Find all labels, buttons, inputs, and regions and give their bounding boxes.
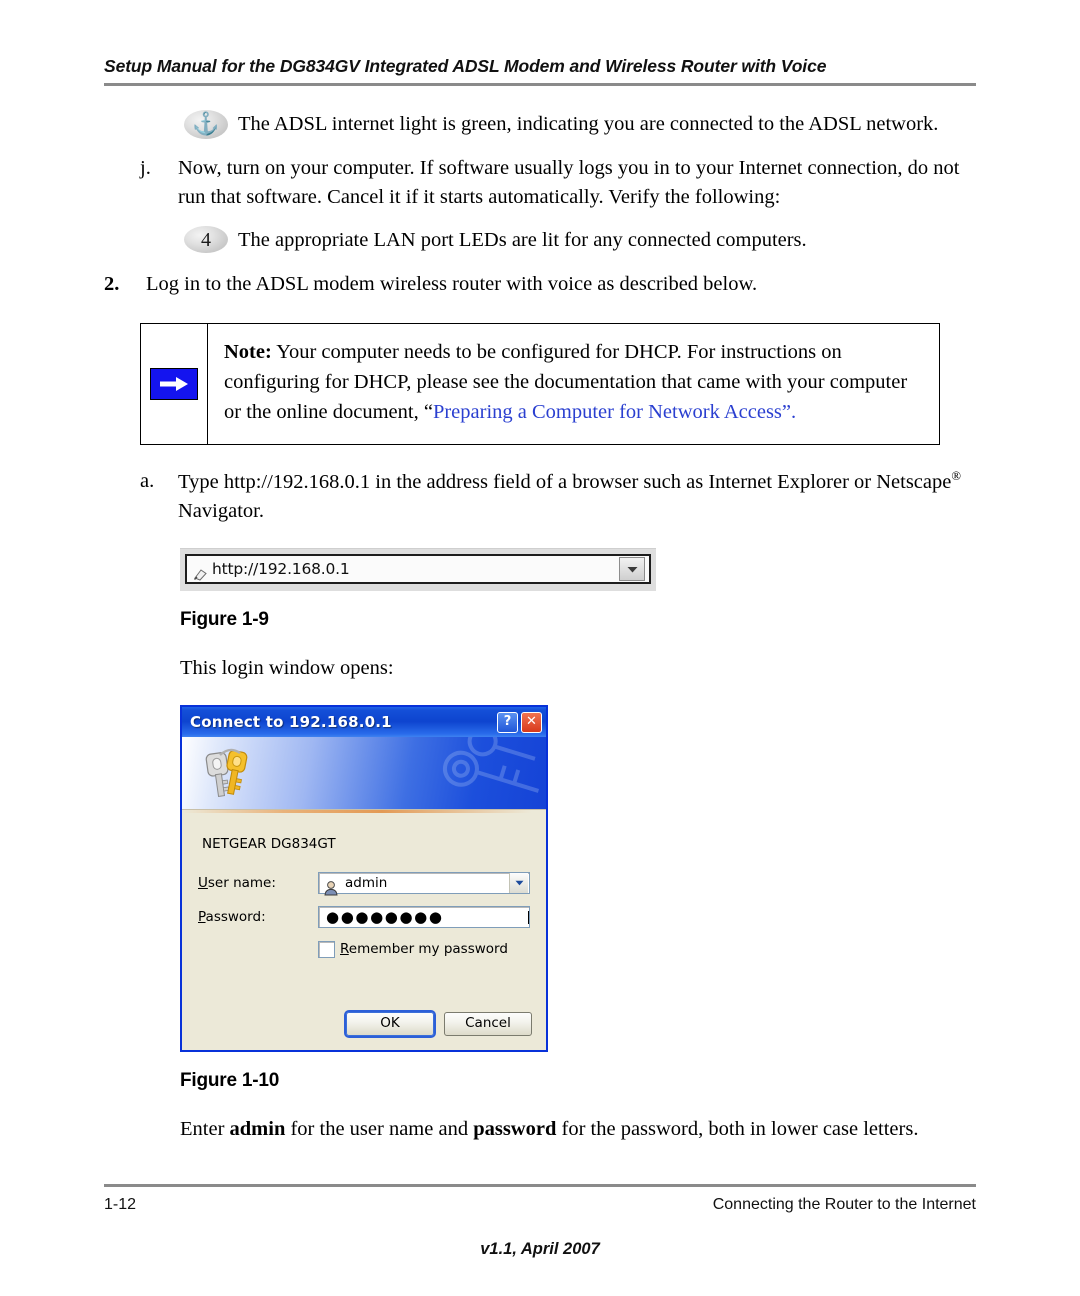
closing-part3: for the password, both in lower case let… bbox=[556, 1117, 919, 1140]
remember-password-label: Remember my password bbox=[340, 940, 508, 959]
realm-label: NETGEAR DG834GT bbox=[202, 836, 336, 853]
step-a-text: Type http://192.168.0.1 in the address f… bbox=[178, 467, 980, 526]
step-2-text: Log in to the ADSL modem wireless router… bbox=[146, 273, 758, 296]
step-a-row: a. Type http://192.168.0.1 in the addres… bbox=[104, 467, 980, 526]
document-version: v1.1, April 2007 bbox=[480, 1240, 600, 1258]
footer-row: 1-12 Connecting the Router to the Intern… bbox=[104, 1196, 976, 1214]
key-watermark-icon bbox=[432, 737, 542, 809]
figure-1-10-caption: Figure 1-10 bbox=[180, 1069, 280, 1091]
password-row: Password: ●●●●●●●● bbox=[198, 906, 530, 929]
dialog-banner bbox=[182, 737, 546, 811]
page-header: Setup Manual for the DG834GV Integrated … bbox=[104, 56, 976, 86]
password-value: ●●●●●●●● bbox=[326, 907, 444, 926]
note-label: Note: bbox=[224, 341, 272, 364]
footer-section-title: Connecting the Router to the Internet bbox=[712, 1196, 976, 1213]
page-number: 1-12 bbox=[104, 1196, 137, 1213]
lan-led-text: The appropriate LAN port LEDs are lit fo… bbox=[238, 229, 807, 252]
username-row: User name: admin bbox=[198, 872, 530, 896]
header-title: Setup Manual for the DG834GV Integrated … bbox=[104, 56, 827, 76]
help-button[interactable]: ? bbox=[497, 711, 518, 733]
note-icon-cell bbox=[141, 324, 208, 445]
page-shortcut-icon bbox=[192, 562, 209, 581]
step-a-marker: a. bbox=[140, 470, 155, 493]
step-j-text: Now, turn on your computer. If software … bbox=[178, 157, 960, 209]
numbered-bullet-4-icon: 4 bbox=[184, 226, 228, 254]
note-text: Note: Your computer needs to be configur… bbox=[208, 324, 939, 444]
step-2-row: 2. Log in to the ADSL modem wireless rou… bbox=[104, 270, 980, 299]
note-callout: Note: Your computer needs to be configur… bbox=[140, 323, 940, 446]
step-a-text-part2: Navigator. bbox=[178, 500, 264, 523]
password-label-rest: assword: bbox=[205, 908, 266, 925]
remember-password-checkbox[interactable] bbox=[318, 941, 335, 959]
username-label-rest: ser name: bbox=[207, 874, 276, 891]
username-label: User name: bbox=[198, 874, 318, 893]
document-page: Setup Manual for the DG834GV Integrated … bbox=[0, 0, 1080, 1296]
registered-trademark-symbol: ® bbox=[951, 469, 962, 484]
adsl-light-bullet-row: ⚓ The ADSL internet light is green, indi… bbox=[104, 110, 980, 140]
step-a-text-part1: Type http://192.168.0.1 in the address f… bbox=[178, 470, 952, 493]
browser-address-bar-figure: http://192.168.0.1 bbox=[180, 548, 656, 592]
remember-password-row[interactable]: Remember my password bbox=[318, 940, 530, 959]
dialog-buttons: OK Cancel bbox=[182, 972, 546, 1050]
chevron-down-icon[interactable] bbox=[619, 557, 645, 582]
username-field[interactable]: admin bbox=[318, 872, 530, 896]
closing-part1: Enter bbox=[180, 1117, 230, 1140]
right-arrow-icon bbox=[150, 368, 198, 401]
cancel-button[interactable]: Cancel bbox=[444, 1011, 532, 1036]
anchor-bullet-icon: ⚓ bbox=[184, 110, 228, 139]
step-j-marker: j. bbox=[140, 157, 151, 179]
header-divider bbox=[104, 83, 976, 86]
login-window-intro: This login window opens: bbox=[180, 657, 394, 680]
footer-divider bbox=[104, 1184, 976, 1187]
dialog-title: Connect to 192.168.0.1 bbox=[190, 712, 392, 731]
password-label: Password: bbox=[198, 908, 318, 927]
username-value: admin bbox=[345, 874, 388, 891]
close-icon[interactable]: ✕ bbox=[521, 711, 542, 733]
remember-accel: R bbox=[340, 941, 349, 958]
keys-icon bbox=[200, 745, 254, 809]
user-icon bbox=[323, 875, 339, 896]
chevron-down-icon[interactable] bbox=[509, 873, 528, 894]
closing-bold-password: password bbox=[473, 1117, 557, 1140]
note-link[interactable]: Preparing a Computer for Network Access bbox=[433, 401, 782, 423]
closing-paragraph: Enter admin for the user name and passwo… bbox=[180, 1115, 980, 1144]
step-j-row: j. Now, turn on your computer. If softwa… bbox=[104, 154, 980, 212]
dialog-body: NETGEAR DG834GT User name: admin Passwor… bbox=[182, 813, 546, 972]
username-accel: U bbox=[198, 874, 208, 891]
closing-part2: for the user name and bbox=[285, 1117, 474, 1140]
figure-1-9-caption: Figure 1-9 bbox=[180, 609, 269, 631]
connect-dialog: Connect to 192.168.0.1 ? ✕ NETGEAR DG834… bbox=[180, 705, 548, 1052]
password-accel: P bbox=[198, 908, 206, 925]
address-bar-chrome: http://192.168.0.1 bbox=[180, 548, 656, 592]
note-body-after: ”. bbox=[781, 401, 797, 424]
address-input[interactable]: http://192.168.0.1 bbox=[185, 554, 651, 585]
step-2-marker: 2. bbox=[104, 273, 120, 296]
remember-label-rest: emember my password bbox=[348, 941, 508, 958]
adsl-light-text: The ADSL internet light is green, indica… bbox=[238, 113, 939, 135]
ok-button[interactable]: OK bbox=[344, 1009, 436, 1038]
lan-led-bullet-row: 4 The appropriate LAN port LEDs are lit … bbox=[104, 226, 980, 256]
dialog-titlebar: Connect to 192.168.0.1 ? ✕ bbox=[182, 707, 546, 738]
text-caret bbox=[528, 910, 529, 924]
page-footer: 1-12 Connecting the Router to the Intern… bbox=[104, 1184, 976, 1259]
page-content: ⚓ The ADSL internet light is green, indi… bbox=[104, 110, 980, 1144]
closing-bold-admin: admin bbox=[229, 1117, 286, 1140]
password-field[interactable]: ●●●●●●●● bbox=[318, 906, 530, 929]
address-url-text: http://192.168.0.1 bbox=[212, 560, 350, 579]
